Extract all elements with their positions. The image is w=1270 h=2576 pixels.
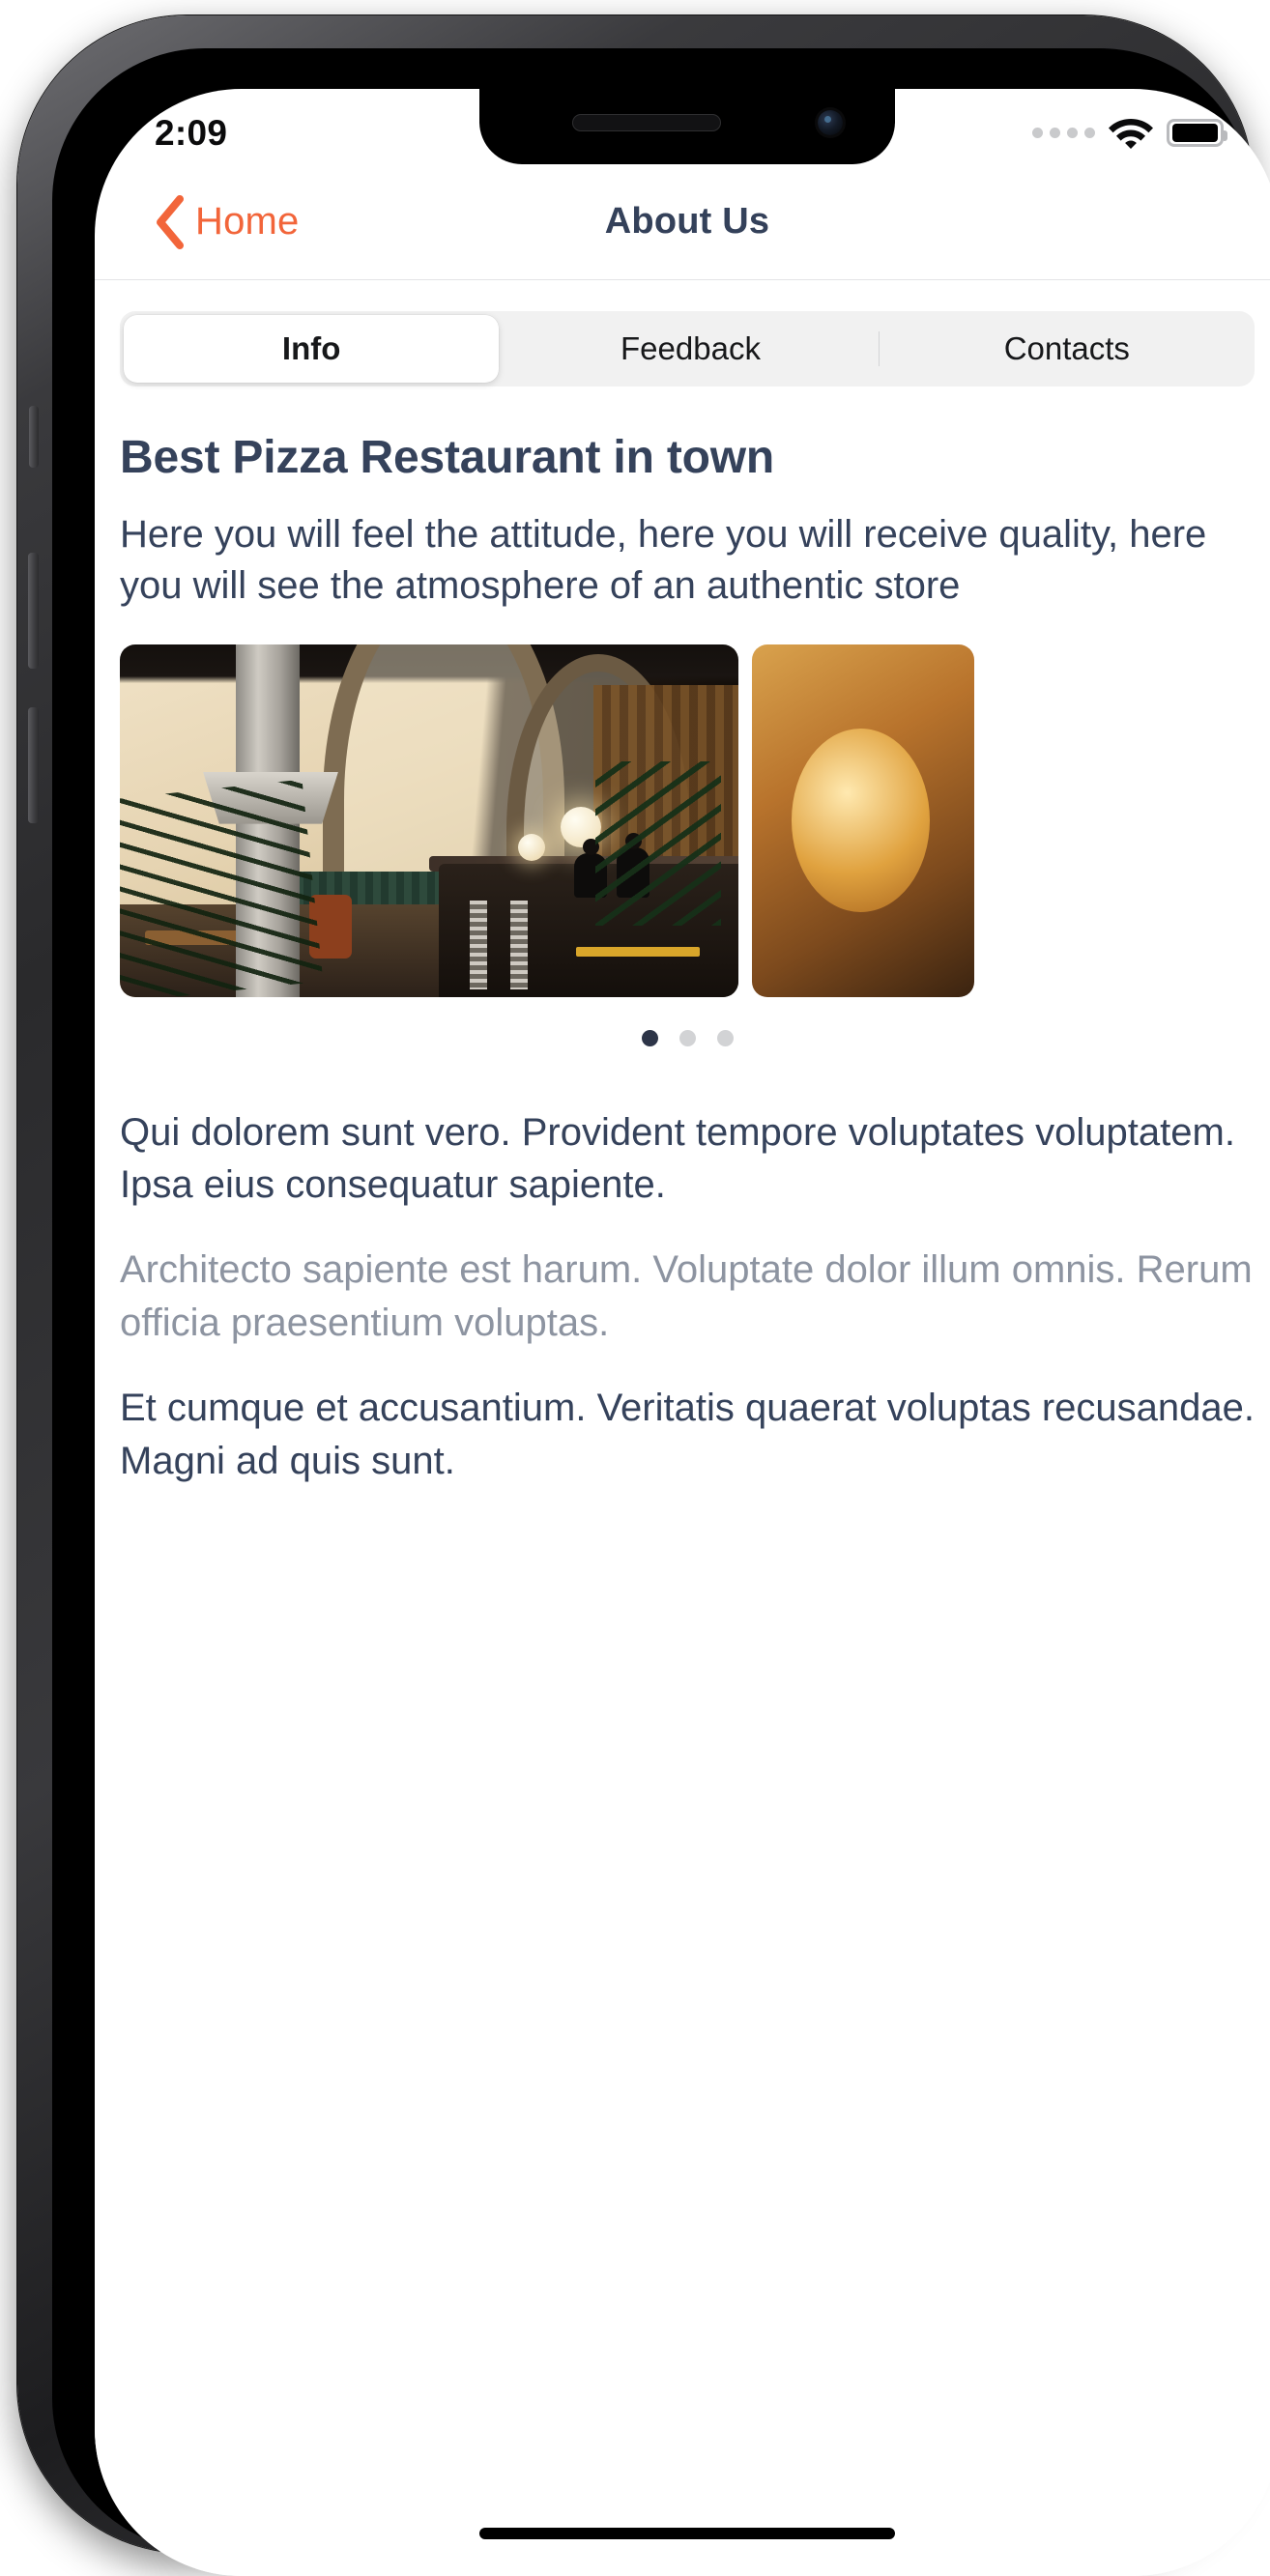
tab-feedback[interactable]: Feedback xyxy=(503,311,878,386)
volume-down-button[interactable] xyxy=(28,707,39,823)
wifi-icon xyxy=(1109,119,1153,149)
battery-fill xyxy=(1172,123,1218,142)
phone-screen: 2:09 Home About Us Info Feedback Contact… xyxy=(95,89,1270,2576)
front-camera-icon xyxy=(818,110,843,135)
body-paragraph-3: Et cumque et accusantium. Veritatis quae… xyxy=(120,1387,1256,1482)
yellow-strip-decor xyxy=(576,946,700,957)
page-dot-2[interactable] xyxy=(678,1029,696,1046)
home-indicator[interactable] xyxy=(479,2528,895,2539)
carousel-slide-1[interactable] xyxy=(120,644,738,997)
chevron-left-icon xyxy=(157,194,184,249)
phone-frame: 2:09 Home About Us Info Feedback Contact… xyxy=(17,15,1270,2576)
plant-right-decor xyxy=(595,760,721,926)
info-title: Best Pizza Restaurant in town xyxy=(120,432,774,483)
segmented-control: Info Feedback Contacts xyxy=(120,311,1255,386)
phone-bezel: 2:09 Home About Us Info Feedback Contact… xyxy=(52,48,1270,2576)
tab-contacts[interactable]: Contacts xyxy=(880,311,1255,386)
stool-decor-2 xyxy=(510,900,528,989)
speaker-grille xyxy=(572,114,721,131)
page-dot-1[interactable] xyxy=(641,1029,658,1046)
navigation-bar: Home About Us xyxy=(95,164,1270,280)
carousel-slide-2[interactable] xyxy=(752,644,974,997)
image-carousel[interactable] xyxy=(120,644,1270,997)
back-button-label: Home xyxy=(195,200,300,243)
silent-switch[interactable] xyxy=(29,406,39,468)
status-time: 2:09 xyxy=(155,113,228,153)
back-button[interactable]: Home xyxy=(153,194,300,249)
volume-up-button[interactable] xyxy=(28,553,39,669)
status-indicators xyxy=(1032,104,1227,149)
notch xyxy=(479,89,895,164)
palm-plant-decor xyxy=(120,779,324,997)
info-subtitle: Here you will feel the attitude, here yo… xyxy=(120,513,1207,607)
tab-info[interactable]: Info xyxy=(124,315,500,383)
globe-lamp-icon-2 xyxy=(518,833,545,861)
signal-dots-icon xyxy=(1032,127,1095,138)
carousel-page-dots xyxy=(95,1029,1270,1046)
content-area: Info Feedback Contacts Best Pizza Restau… xyxy=(95,280,1270,2576)
body-paragraph-2: Architecto sapiente est harum. Voluptate… xyxy=(120,1248,1253,1344)
body-paragraph-1: Qui dolorem sunt vero. Provident tempore… xyxy=(120,1110,1235,1206)
page-dot-3[interactable] xyxy=(716,1029,734,1046)
battery-full-icon xyxy=(1167,118,1227,147)
stool-decor xyxy=(470,900,487,989)
